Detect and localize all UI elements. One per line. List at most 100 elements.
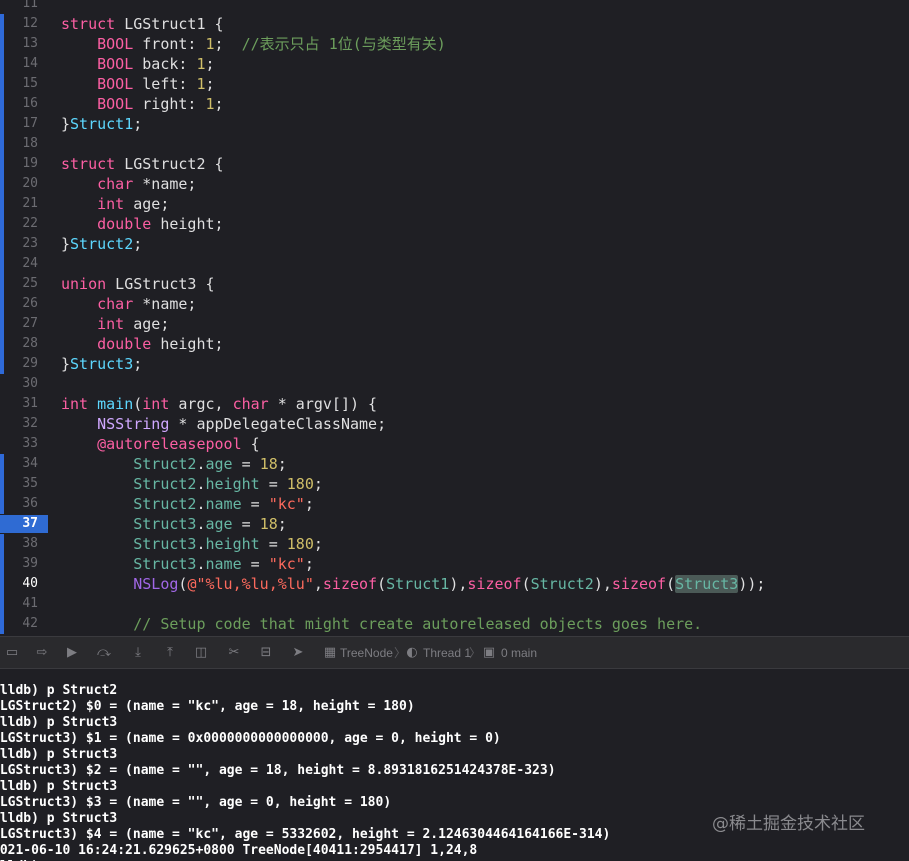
code-text: int age;: [61, 314, 169, 334]
code-line[interactable]: 39 Struct3.name = "kc";: [0, 554, 909, 574]
code-line[interactable]: 36 Struct2.name = "kc";: [0, 494, 909, 514]
code-line[interactable]: 28 double height;: [0, 334, 909, 354]
code-line[interactable]: 35 Struct2.height = 180;: [0, 474, 909, 494]
step-over-icon[interactable]: ⤼: [96, 645, 112, 661]
code-token: Struct2: [70, 235, 134, 253]
code-line[interactable]: 15 BOOL left: 1;: [0, 74, 909, 94]
code-token: * argv[]) {: [268, 395, 378, 413]
step-into-icon[interactable]: ⤓: [130, 645, 146, 661]
code-line[interactable]: 23}Struct2;: [0, 234, 909, 254]
code-token: Struct3: [133, 555, 197, 573]
line-number: 14: [22, 56, 38, 71]
line-number: 42: [22, 616, 38, 631]
code-token: main: [97, 395, 134, 413]
line-number: 16: [22, 96, 38, 111]
thread-crumb[interactable]: Thread 1: [423, 645, 471, 661]
hide-debug-area-icon[interactable]: ▭: [4, 645, 20, 661]
step-out-icon[interactable]: ⤒: [162, 645, 178, 661]
code-token: BOOL: [97, 55, 134, 73]
code-line[interactable]: 41: [0, 594, 909, 614]
code-line[interactable]: 11: [0, 0, 909, 14]
code-line[interactable]: 31 int main(int argc, char * argv[]) {: [0, 394, 909, 414]
code-token: back:: [133, 55, 197, 73]
line-number: 41: [22, 596, 38, 611]
code-line[interactable]: 24: [0, 254, 909, 274]
process-crumb[interactable]: TreeNode: [340, 645, 393, 661]
code-line[interactable]: 14 BOOL back: 1;: [0, 54, 909, 74]
code-line[interactable]: 42 // Setup code that might create autor…: [0, 614, 909, 634]
code-token: struct: [61, 155, 116, 173]
code-line[interactable]: 30: [0, 374, 909, 394]
line-number: 20: [22, 176, 38, 191]
code-line[interactable]: 20 char *name;: [0, 174, 909, 194]
code-token: 180: [286, 475, 314, 493]
code-token: 1: [205, 95, 215, 113]
line-number: 37: [22, 516, 38, 531]
code-token: union: [61, 275, 107, 293]
debug-view-hierarchy-icon[interactable]: ◫: [193, 645, 209, 661]
console-line: (LGStruct2) $0 = (name = "kc", age = 18,…: [0, 699, 415, 714]
code-line[interactable]: 29}Struct3;: [0, 354, 909, 374]
code-token: front:: [133, 35, 206, 53]
code-text: BOOL back: 1;: [61, 54, 215, 74]
console-line: (LGStruct3) $1 = (name = 0x0000000000000…: [0, 731, 501, 746]
code-token: ;: [205, 55, 215, 73]
code-token: Struct3: [70, 355, 134, 373]
code-text: double height;: [61, 334, 223, 354]
code-token: ;: [277, 455, 287, 473]
continue-icon[interactable]: ▶: [64, 645, 80, 661]
code-line[interactable]: 26 char *name;: [0, 294, 909, 314]
code-line[interactable]: 19 struct LGStruct2 {: [0, 154, 909, 174]
frame-crumb[interactable]: 0 main: [501, 645, 537, 661]
line-number: 31: [22, 396, 38, 411]
code-line[interactable]: 32 NSString * appDelegateClassName;: [0, 414, 909, 434]
line-number: 25: [22, 276, 38, 291]
code-line[interactable]: 40 NSLog(@"%lu,%lu,%lu",sizeof(Struct1),…: [0, 574, 909, 594]
code-text: char *name;: [61, 294, 196, 314]
code-token: double: [97, 335, 152, 353]
code-line[interactable]: 16 BOOL right: 1;: [0, 94, 909, 114]
console-line: (lldb) p Struct2: [0, 683, 118, 698]
code-text: Struct3.age = 18;: [61, 514, 287, 534]
code-line[interactable]: 18: [0, 134, 909, 154]
code-line[interactable]: 21 int age;: [0, 194, 909, 214]
code-line[interactable]: 38 Struct3.height = 180;: [0, 534, 909, 554]
code-line[interactable]: 34 Struct2.age = 18;: [0, 454, 909, 474]
line-number: 19: [22, 156, 38, 171]
code-line[interactable]: 27 int age;: [0, 314, 909, 334]
code-token: ;: [304, 495, 314, 513]
simulate-location-icon[interactable]: ➤: [290, 645, 306, 661]
code-line[interactable]: 37 Struct3.age = 18;: [0, 514, 909, 534]
code-editor[interactable]: 11 12 struct LGStruct1 {13 BOOL front: 1; …: [0, 0, 909, 636]
code-line[interactable]: 22 double height;: [0, 214, 909, 234]
code-text: BOOL left: 1;: [61, 74, 214, 94]
code-text: NSLog(@"%lu,%lu,%lu",sizeof(Struct1),siz…: [61, 574, 765, 594]
code-line[interactable]: 13 BOOL front: 1; //表示只占 1位(与类型有关): [0, 34, 909, 54]
code-token: Struct1: [70, 115, 134, 133]
breakpoints-toggle-icon[interactable]: ⇨: [34, 645, 50, 661]
code-token: ;: [277, 515, 287, 533]
code-line[interactable]: 17}Struct1;: [0, 114, 909, 134]
code-token: sizeof: [322, 575, 378, 593]
line-number: 40: [22, 576, 38, 591]
code-token: char: [97, 175, 134, 193]
line-number: 11: [22, 0, 38, 11]
environment-overrides-icon[interactable]: ⊟: [258, 645, 274, 661]
memory-graph-icon[interactable]: ✂: [226, 645, 242, 661]
code-line[interactable]: 33 @autoreleasepool {: [0, 434, 909, 454]
code-text: struct LGStruct2 {: [61, 154, 224, 174]
code-token: =: [241, 555, 269, 573]
code-line[interactable]: 25 union LGStruct3 {: [0, 274, 909, 294]
code-token: Struct1: [386, 575, 450, 593]
code-text: Struct2.height = 180;: [61, 474, 323, 494]
code-line[interactable]: 12 struct LGStruct1 {: [0, 14, 909, 34]
thread-icon: ◐: [406, 645, 418, 660]
code-text: double height;: [61, 214, 223, 234]
code-token: "kc": [268, 555, 305, 573]
code-token: int: [97, 195, 125, 213]
